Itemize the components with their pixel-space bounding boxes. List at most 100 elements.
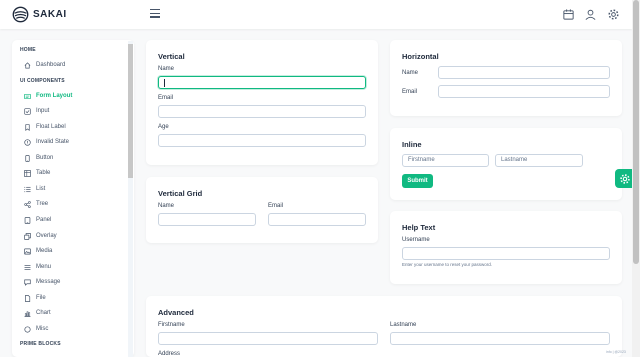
cog-icon[interactable] <box>607 8 620 21</box>
inline-title: Inline <box>402 140 422 149</box>
bookmark-icon <box>25 123 30 131</box>
sidebar-item-label: File <box>36 295 46 301</box>
sidebar-item-file[interactable]: File <box>24 292 46 304</box>
sidebar-item-list[interactable]: List <box>24 183 45 195</box>
vertical-grid-card <box>146 177 378 243</box>
sidebar-item-button[interactable]: Button <box>24 152 53 164</box>
sidebar-item-message[interactable]: Message <box>24 276 60 288</box>
id-card-icon <box>24 93 31 99</box>
sidebar-item-label: Chart <box>36 310 51 316</box>
horizontal-email-input[interactable] <box>438 85 610 98</box>
footer-tag: info | @2023 <box>606 350 626 354</box>
vertical-title: Vertical <box>158 52 185 61</box>
help-hint-text: Enter your username to reset your passwo… <box>402 262 493 267</box>
help-text-title: Help Text <box>402 223 436 232</box>
advanced-address-label: Address <box>158 351 181 357</box>
sidebar-item-label: Dashboard <box>36 62 66 68</box>
chart-bar-icon <box>24 310 31 317</box>
sidebar-heading-prime-blocks: PRIME BLOCKS <box>20 341 61 347</box>
sidebar-heading-home: HOME <box>20 47 36 53</box>
file-icon <box>25 294 31 302</box>
help-username-label: Username <box>402 237 430 243</box>
advanced-lastname-input[interactable] <box>390 332 610 345</box>
sidebar-scroll-thumb[interactable] <box>128 44 133 178</box>
horizontal-name-label: Name <box>402 70 419 76</box>
vertical-grid-title: Vertical Grid <box>158 189 203 198</box>
advanced-card <box>146 296 622 357</box>
table-icon <box>24 169 31 177</box>
sidebar-item-label: Panel <box>36 217 52 223</box>
vertical-age-input[interactable] <box>158 134 366 147</box>
horizontal-name-input[interactable] <box>438 66 610 79</box>
text-caret <box>164 79 165 87</box>
vertical-name-input[interactable] <box>158 76 366 89</box>
sidebar-item-invalid-state[interactable]: Invalid State <box>24 136 69 148</box>
help-username-input[interactable] <box>402 247 610 260</box>
list-icon <box>24 186 31 192</box>
vertical-grid-email-label: Email <box>268 203 284 209</box>
sidebar-item-label: Input <box>36 108 50 114</box>
sakai-logo-icon <box>12 6 29 23</box>
inline-lastname-input[interactable]: Lastname <box>495 154 583 167</box>
logo[interactable]: SAKAI <box>12 6 67 23</box>
advanced-lastname-label: Lastname <box>390 322 417 328</box>
circle-icon <box>24 325 31 333</box>
sidebar-item-chart[interactable]: Chart <box>24 307 51 319</box>
sidebar-item-label: Tree <box>36 201 49 207</box>
image-icon <box>24 248 31 254</box>
check-square-icon <box>24 107 31 115</box>
advanced-firstname-label: Firstname <box>158 322 185 328</box>
menu-toggle-button[interactable] <box>150 9 160 18</box>
sidebar-item-media[interactable]: Media <box>24 245 52 257</box>
sidebar-item-menu[interactable]: Menu <box>24 261 51 273</box>
vertical-grid-name-label: Name <box>158 203 175 209</box>
clone-icon <box>24 232 31 240</box>
inline-firstname-input[interactable]: Firstname <box>402 154 489 167</box>
mobile-icon <box>25 154 30 162</box>
sidebar-item-tree[interactable]: Tree <box>24 198 48 210</box>
sidebar-item-form-layout[interactable]: Form Layout <box>24 90 72 102</box>
exclamation-circle-icon <box>24 138 31 146</box>
sidebar-item-label: List <box>36 186 46 192</box>
topbar: SAKAI <box>0 0 632 29</box>
vertical-email-label: Email <box>158 95 174 101</box>
comment-icon <box>24 279 31 286</box>
sidebar-item-label: Overlay <box>36 233 57 239</box>
sidebar-item-label: Invalid State <box>36 139 70 145</box>
bars-icon <box>24 264 31 270</box>
share-icon <box>24 200 31 208</box>
advanced-firstname-input[interactable] <box>158 332 378 345</box>
sidebar-heading-ui-components: UI COMPONENTS <box>20 78 65 84</box>
sidebar-item-float-label[interactable]: Float Label <box>24 121 66 133</box>
advanced-title: Advanced <box>158 308 194 317</box>
sidebar-item-misc[interactable]: Misc <box>24 323 48 335</box>
horizontal-title: Horizontal <box>402 52 439 61</box>
sidebar-item-label: Form Layout <box>36 93 73 99</box>
submit-button[interactable]: Submit <box>402 174 433 188</box>
sidebar-item-label: Menu <box>36 264 52 270</box>
sidebar-item-input[interactable]: Input <box>24 105 49 117</box>
sidebar-item-label: Button <box>36 155 54 161</box>
sidebar-item-table[interactable]: Table <box>24 167 50 179</box>
sidebar-item-dashboard[interactable]: Dashboard <box>24 59 65 71</box>
vertical-email-input[interactable] <box>158 105 366 118</box>
cog-icon <box>619 173 630 184</box>
sidebar-item-panel[interactable]: Panel <box>24 214 51 226</box>
horizontal-email-label: Email <box>402 89 418 95</box>
sidebar-item-label: Media <box>36 248 53 254</box>
vertical-age-label: Age <box>158 124 169 130</box>
sidebar-item-overlay[interactable]: Overlay <box>24 230 57 242</box>
vertical-name-label: Name <box>158 66 175 72</box>
vertical-grid-email-input[interactable] <box>268 213 366 226</box>
page-scroll-thumb[interactable] <box>633 0 639 264</box>
user-icon[interactable] <box>584 8 597 21</box>
brand-name: SAKAI <box>33 9 67 20</box>
sidebar-item-label: Float Label <box>36 124 66 130</box>
vertical-grid-name-input[interactable] <box>158 213 256 226</box>
home-icon <box>24 61 31 68</box>
calendar-icon[interactable] <box>562 8 575 21</box>
sidebar-item-label: Message <box>36 279 61 285</box>
tablet-icon <box>24 216 31 224</box>
sidebar-item-label: Table <box>36 170 51 176</box>
sidebar-item-label: Misc <box>36 326 49 332</box>
